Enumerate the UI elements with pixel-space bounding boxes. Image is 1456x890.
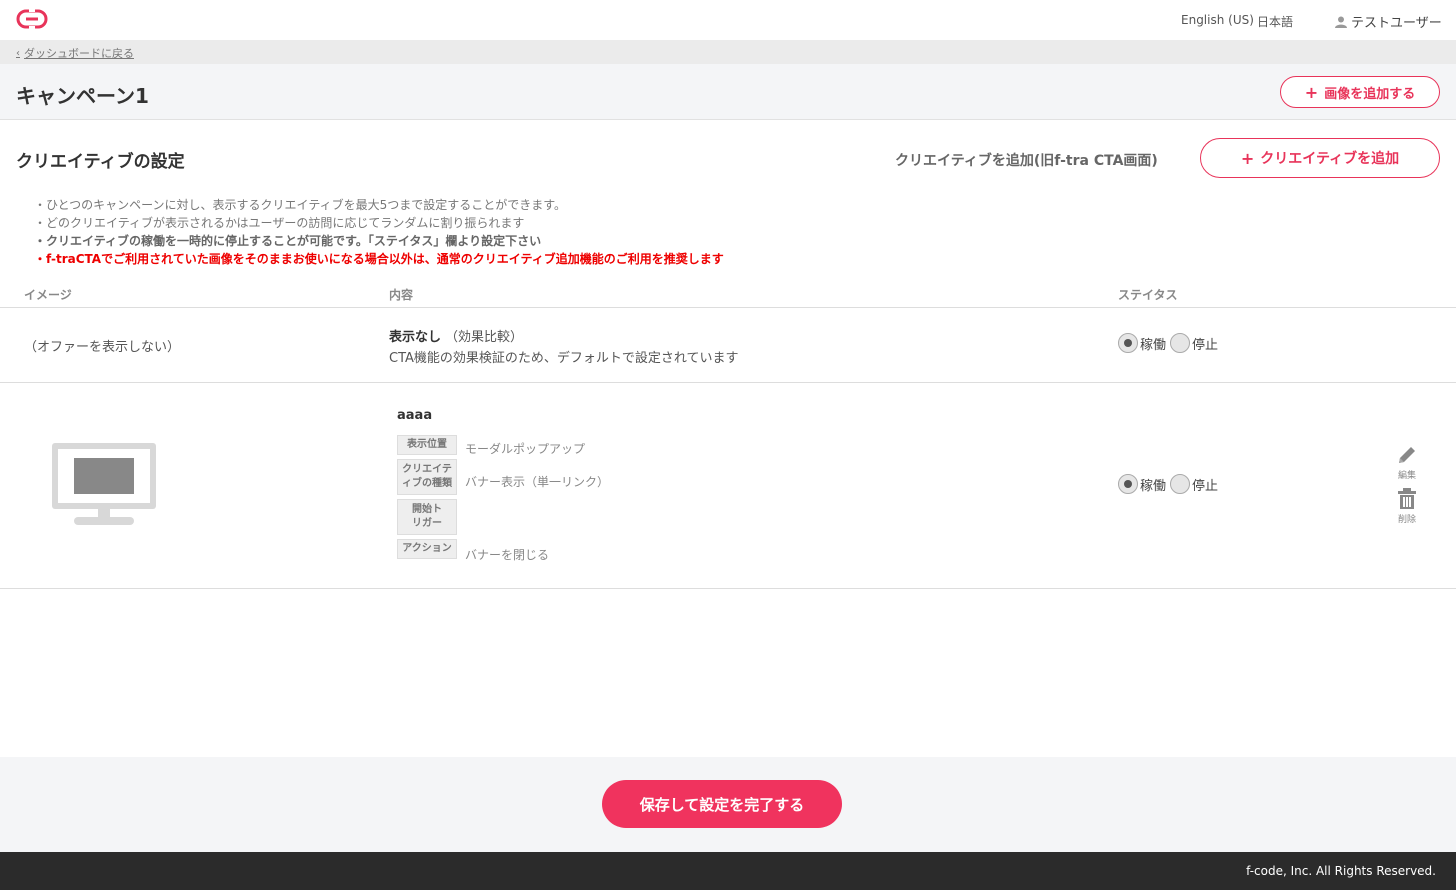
field-value: バナーを閉じる — [465, 548, 550, 562]
row-title: 表示なし （効果比較） — [389, 326, 523, 345]
campaign-title-bar: キャンペーン1 + 画像を追加する — [0, 64, 1456, 120]
creative-notes: ・ひとつのキャンペーンに対し、表示するクリエイティブを最大5つまで設定することが… — [34, 196, 724, 268]
delete-label: 削除 — [1397, 515, 1416, 525]
add-creative-legacy-link[interactable]: クリエイティブを追加(旧f-tra CTA画面) — [895, 150, 1158, 170]
status-active-label: 稼働 — [1140, 478, 1167, 494]
divider — [0, 588, 1456, 589]
column-header-status: ステイタス — [1118, 288, 1178, 302]
status-radio-group: 稼働 停止 — [1118, 333, 1222, 353]
page-title: キャンペーン1 — [16, 84, 149, 108]
field-label: アクション — [397, 539, 457, 559]
back-to-dashboard-label: ダッシュボードに戻る — [24, 47, 134, 60]
add-creative-button[interactable]: + クリエイティブを追加 — [1200, 138, 1440, 178]
add-image-label: 画像を追加する — [1324, 86, 1416, 102]
link-icon[interactable] — [16, 9, 48, 29]
note-line: ・ひとつのキャンペーンに対し、表示するクリエイティブを最大5つまで設定することが… — [34, 198, 567, 212]
chevron-left-icon: ‹ — [16, 47, 20, 59]
top-header: English (US) 日本語 テストユーザー — [0, 0, 1456, 40]
note-line: ・どのクリエイティブが表示されるかはユーザーの訪問に応じてランダムに割り振られま… — [34, 216, 525, 230]
save-button[interactable]: 保存して設定を完了する — [602, 780, 842, 828]
back-to-dashboard-link[interactable]: ‹ ダッシュボードに戻る — [16, 45, 134, 61]
language-english-link[interactable]: English (US) — [1181, 13, 1254, 27]
copyright: f-code, Inc. All Rights Reserved. — [1246, 864, 1436, 878]
row-description: CTA機能の効果検証のため、デフォルトで設定されています — [389, 351, 739, 366]
add-creative-label: クリエイティブを追加 — [1260, 151, 1400, 167]
row-title-main: 表示なし — [389, 330, 442, 345]
status-active-radio[interactable] — [1118, 474, 1138, 494]
row-image-text: （オファーを表示しない） — [24, 340, 181, 355]
edit-button[interactable]: 編集 — [1394, 444, 1420, 481]
user-menu[interactable]: テストユーザー — [1335, 12, 1442, 31]
note-line-warning: ・f-traCTAでご利用されていた画像をそのままお使いになる場合以外は、通常の… — [34, 252, 724, 266]
field-value: モーダルポップアップ — [465, 442, 586, 456]
note-line-bold: ・クリエイティブの稼働を一時的に停止することが可能です。「ステイタス」欄より設定… — [34, 234, 542, 248]
monitor-icon — [52, 443, 156, 525]
status-active-label: 稼働 — [1140, 337, 1167, 353]
status-active-radio[interactable] — [1118, 333, 1138, 353]
column-header-content: 内容 — [389, 288, 414, 302]
divider — [0, 307, 1456, 308]
status-stopped-label: 停止 — [1192, 478, 1219, 494]
language-japanese-link[interactable]: 日本語 — [1257, 13, 1293, 30]
field-label: 開始トリガー — [397, 499, 457, 535]
field-label: 表示位置 — [397, 435, 457, 455]
column-header-image: イメージ — [24, 288, 72, 302]
status-radio-group: 稼働 停止 — [1118, 474, 1222, 494]
edit-label: 編集 — [1397, 471, 1416, 481]
footer: f-code, Inc. All Rights Reserved. — [0, 852, 1456, 890]
user-icon — [1335, 16, 1347, 28]
status-stopped-radio[interactable] — [1170, 333, 1191, 353]
status-stopped-label: 停止 — [1192, 337, 1219, 353]
plus-icon: + — [1240, 148, 1255, 168]
add-image-button[interactable]: + 画像を追加する — [1280, 76, 1440, 108]
field-value: バナー表示（単一リンク） — [465, 475, 610, 489]
user-name: テストユーザー — [1351, 16, 1442, 31]
status-stopped-radio[interactable] — [1170, 474, 1191, 494]
creative-name: aaaa — [397, 408, 433, 423]
divider — [0, 382, 1456, 383]
row-title-sub: （効果比較） — [445, 330, 524, 345]
delete-button[interactable]: 削除 — [1394, 488, 1420, 525]
trash-icon — [1398, 488, 1416, 509]
field-label: クリエイティブの種類 — [397, 459, 457, 495]
plus-icon: + — [1304, 82, 1319, 102]
pencil-icon — [1399, 447, 1415, 463]
breadcrumb: ‹ ダッシュボードに戻る — [0, 40, 1456, 64]
save-bar: 保存して設定を完了する — [0, 757, 1456, 852]
creative-section-title: クリエイティブの設定 — [16, 152, 185, 172]
